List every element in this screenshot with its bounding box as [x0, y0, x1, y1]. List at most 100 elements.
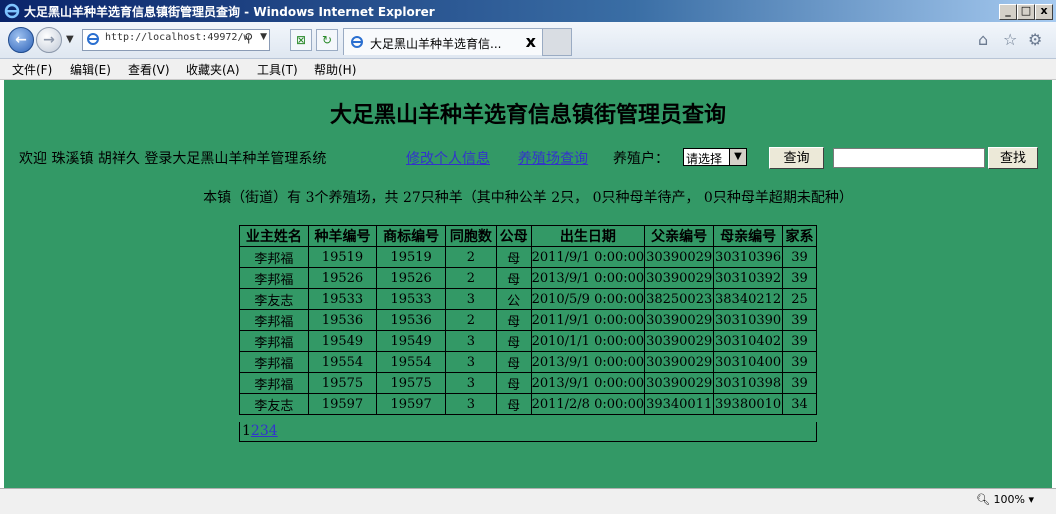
tab-title: 大足黑山羊种羊选育信... — [370, 37, 502, 51]
minimize-button[interactable]: _ — [999, 4, 1017, 20]
col-sheep-id-header: 种羊编号 — [307, 225, 378, 247]
cell-mother-id: 30310402 — [713, 330, 784, 352]
refresh-button[interactable]: ↻ — [316, 29, 338, 51]
cell-sex: 母 — [495, 246, 532, 268]
zoom-dropdown-icon: ▾ — [1028, 493, 1034, 506]
cell-sheep-id: 19526 — [307, 267, 378, 289]
cell-birthdate: 2011/9/1 0:00:00 — [530, 246, 646, 268]
cell-mother-id: 30310390 — [713, 309, 784, 331]
window-titlebar: 大足黑山羊种羊选育信息镇街管理员查询 - Windows Internet Ex… — [0, 0, 1056, 22]
menu-edit[interactable]: 编辑(E) — [70, 61, 111, 78]
cell-sheep-id: 19519 — [307, 246, 378, 268]
compatibility-view-button[interactable]: ⊠ — [290, 29, 312, 51]
col-siblings-header: 同胞数 — [444, 225, 497, 247]
browser-tab[interactable]: 大足黑山羊种羊选育信... x — [343, 28, 543, 55]
address-dropdown-icon[interactable]: ▼ — [260, 32, 267, 42]
cell-owner: 李邦福 — [239, 372, 309, 394]
cell-sheep-id: 19536 — [307, 309, 378, 331]
cell-family: 39 — [782, 330, 817, 352]
cell-brand-id: 19519 — [376, 246, 446, 268]
cell-mother-id: 38340212 — [713, 288, 784, 310]
pager-link-page-3[interactable]: 3 — [260, 423, 269, 439]
address-url[interactable]: http://localhost:49972/w — [105, 32, 250, 43]
search-button[interactable]: 查找 — [988, 147, 1038, 169]
cell-family: 39 — [782, 351, 817, 373]
sheep-table: 业主姓名 种羊编号 商标编号 同胞数 公母 出生日期 父亲编号 母亲编号 家系 … — [239, 225, 817, 415]
table-pager: 1234 — [239, 422, 817, 442]
cell-father-id: 38250023 — [644, 288, 715, 310]
maximize-button[interactable]: □ — [1017, 4, 1035, 20]
pager-link-page-4[interactable]: 4 — [269, 423, 278, 439]
query-button[interactable]: 查询 — [769, 147, 824, 169]
cell-birthdate: 2013/9/1 0:00:00 — [530, 267, 646, 289]
menu-bar: 文件(F) 编辑(E) 查看(V) 收藏夹(A) 工具(T) 帮助(H) — [0, 59, 1056, 80]
cell-family: 39 — [782, 372, 817, 394]
edit-profile-link[interactable]: 修改个人信息 — [406, 148, 490, 168]
browser-navbar: ← → ▼ http://localhost:49972/w ⚲ ▼ ⊠ ↻ 大… — [0, 22, 1056, 59]
back-button[interactable]: ← — [8, 27, 34, 53]
col-sex-header: 公母 — [495, 225, 532, 247]
zoom-control[interactable]: 🔍︎ 100% ▾ — [976, 493, 1034, 506]
home-icon[interactable]: ⌂ — [978, 30, 988, 49]
col-mother-id-header: 母亲编号 — [713, 225, 784, 247]
cell-father-id: 30390029 — [644, 309, 715, 331]
menu-view[interactable]: 查看(V) — [128, 61, 170, 78]
farm-query-link[interactable]: 养殖场查询 — [518, 148, 588, 168]
tab-ie-icon — [351, 36, 363, 48]
col-owner-header: 业主姓名 — [239, 225, 309, 247]
table-row: 李邦福 19536 19536 2 母 2011/9/1 0:00:00 303… — [239, 309, 817, 331]
cell-mother-id: 30310398 — [713, 372, 784, 394]
cell-family: 39 — [782, 267, 817, 289]
forward-arrow-icon: → — [43, 32, 55, 48]
cell-brand-id: 19526 — [376, 267, 446, 289]
cell-father-id: 30390029 — [644, 351, 715, 373]
cell-mother-id: 39380010 — [713, 393, 784, 415]
cell-siblings: 3 — [444, 393, 497, 415]
history-dropdown-icon[interactable]: ▼ — [66, 34, 74, 45]
cell-birthdate: 2011/2/8 0:00:00 — [530, 393, 646, 415]
back-arrow-icon: ← — [15, 32, 27, 48]
cell-owner: 李邦福 — [239, 246, 309, 268]
cell-birthdate: 2011/9/1 0:00:00 — [530, 309, 646, 331]
cell-sheep-id: 19554 — [307, 351, 378, 373]
page-ie-icon — [87, 33, 99, 45]
tab-close-button[interactable]: x — [526, 32, 536, 51]
menu-help[interactable]: 帮助(H) — [314, 61, 356, 78]
cell-family: 39 — [782, 309, 817, 331]
select-arrow-icon: ▼ — [729, 149, 746, 165]
cell-owner: 李邦福 — [239, 330, 309, 352]
cell-mother-id: 30310400 — [713, 351, 784, 373]
new-tab-button[interactable] — [542, 28, 572, 56]
table-row: 李邦福 19549 19549 3 母 2010/1/1 0:00:00 303… — [239, 330, 817, 352]
address-bar[interactable]: http://localhost:49972/w ⚲ ▼ — [82, 29, 270, 51]
cell-father-id: 30390029 — [644, 330, 715, 352]
breeder-select[interactable]: 请选择 ▼ — [683, 148, 747, 166]
favorites-star-icon[interactable]: ☆ — [1003, 30, 1017, 49]
address-search-icon[interactable]: ⚲ — [244, 31, 253, 45]
menu-tools[interactable]: 工具(T) — [257, 61, 298, 78]
close-window-button[interactable]: x — [1035, 4, 1053, 20]
cell-owner: 李邦福 — [239, 309, 309, 331]
summary-text: 本镇（街道）有 3个养殖场，共 27只种羊（其中种公羊 2只， 0只种母羊待产，… — [203, 190, 853, 206]
table-row: 李邦福 19554 19554 3 母 2013/9/1 0:00:00 303… — [239, 351, 817, 373]
page-content: 大足黑山羊种羊选育信息镇街管理员查询 欢迎 珠溪镇 胡祥久 登录大足黑山羊种羊管… — [4, 80, 1052, 488]
col-father-id-header: 父亲编号 — [644, 225, 715, 247]
cell-sex: 母 — [495, 372, 532, 394]
cell-mother-id: 30310396 — [713, 246, 784, 268]
cell-brand-id: 19536 — [376, 309, 446, 331]
pager-link-page-2[interactable]: 2 — [251, 423, 260, 439]
cell-siblings: 2 — [444, 267, 497, 289]
menu-favorites[interactable]: 收藏夹(A) — [186, 61, 240, 78]
tools-gear-icon[interactable]: ⚙ — [1028, 30, 1042, 49]
cell-siblings: 2 — [444, 309, 497, 331]
sheep-grid: 业主姓名 种羊编号 商标编号 同胞数 公母 出生日期 父亲编号 母亲编号 家系 … — [239, 225, 817, 442]
cell-sex: 母 — [495, 351, 532, 373]
menu-file[interactable]: 文件(F) — [12, 61, 52, 78]
search-input[interactable] — [833, 148, 985, 168]
cell-sheep-id: 19575 — [307, 372, 378, 394]
cell-brand-id: 19575 — [376, 372, 446, 394]
forward-button[interactable]: → — [36, 27, 62, 53]
cell-sheep-id: 19597 — [307, 393, 378, 415]
table-header-row: 业主姓名 种羊编号 商标编号 同胞数 公母 出生日期 父亲编号 母亲编号 家系 — [239, 225, 817, 247]
cell-family: 25 — [782, 288, 817, 310]
